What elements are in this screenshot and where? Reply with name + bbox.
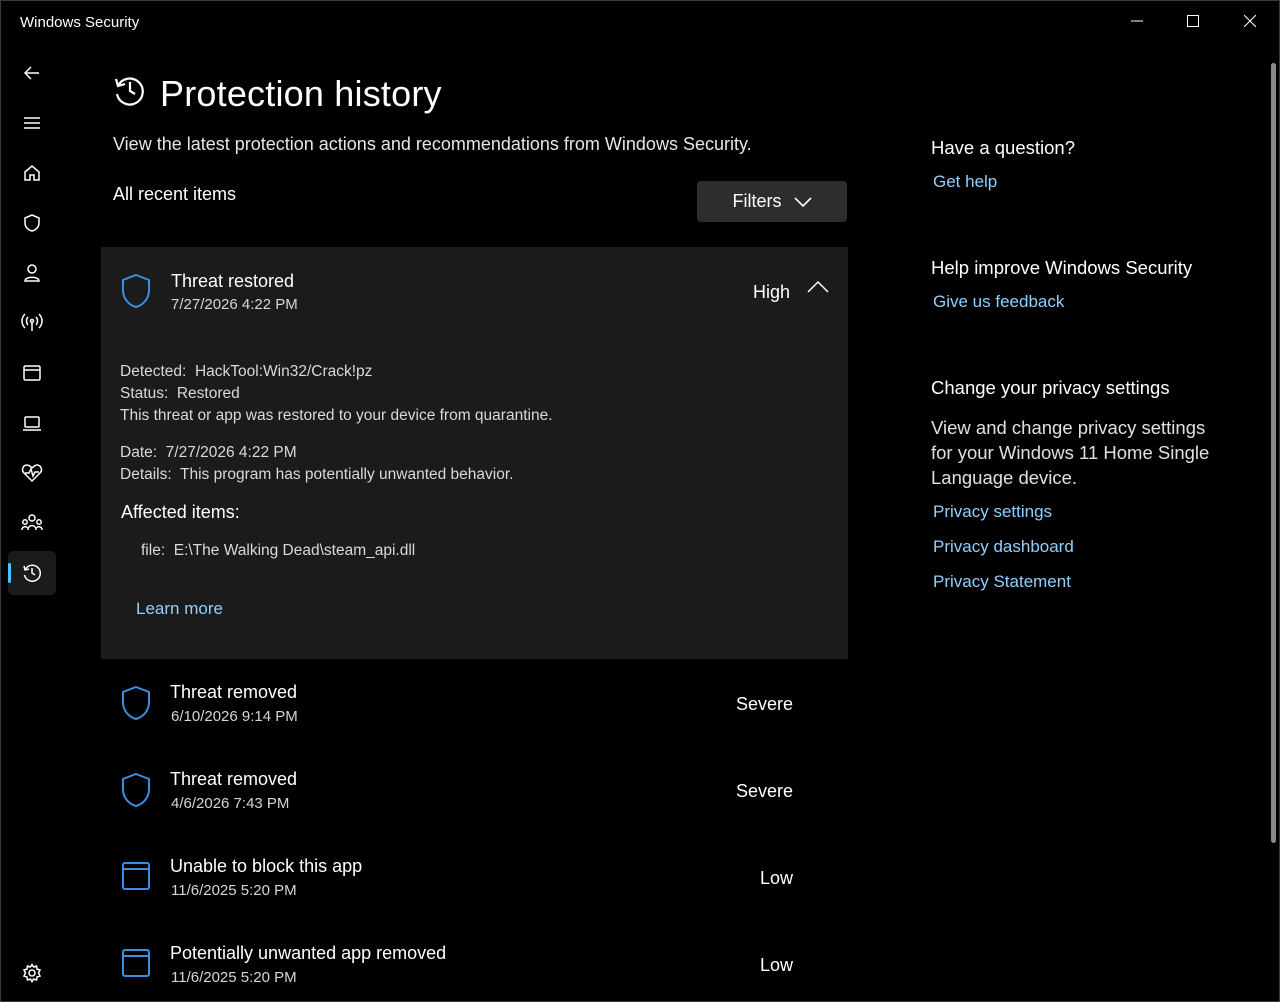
nav-account-protection[interactable]: [8, 251, 56, 295]
history-item[interactable]: Potentially unwanted app removed 11/6/202…: [101, 926, 848, 1002]
shield-icon: [120, 273, 152, 314]
item-title: Threat removed: [170, 769, 298, 789]
title-bar: Windows Security: [1, 1, 1279, 43]
history-item[interactable]: Unable to block this app 11/6/2025 5:20 P…: [101, 839, 848, 919]
app-window-icon: [121, 861, 151, 896]
app-browser-icon: [23, 365, 41, 381]
app-window: Windows Security Protection history View…: [0, 0, 1280, 1002]
privacy-dashboard-link[interactable]: Privacy dashboard: [933, 537, 1074, 557]
shield-icon: [24, 214, 40, 232]
hamburger-menu-icon: [24, 117, 40, 129]
nav-home[interactable]: [8, 151, 56, 195]
page-subtitle: View the latest protection actions and r…: [113, 134, 752, 154]
collapse-button[interactable]: [807, 280, 829, 299]
settings-gear-icon: [22, 963, 42, 983]
chevron-up-icon: [807, 280, 829, 293]
menu-button[interactable]: [8, 101, 56, 145]
nav-virus-protection[interactable]: [8, 201, 56, 245]
item-date: 6/10/2026 9:14 PM: [171, 708, 298, 725]
nav-device-security[interactable]: [8, 401, 56, 445]
app-window-icon: [121, 948, 151, 983]
get-help-link[interactable]: Get help: [933, 172, 997, 192]
privacy-statement-link[interactable]: Privacy Statement: [933, 572, 1071, 592]
item-severity: Low: [759, 868, 793, 888]
feedback-link[interactable]: Give us feedback: [933, 292, 1064, 312]
wireless-antenna-icon: [21, 313, 43, 331]
item-severity: Severe: [735, 781, 793, 801]
shield-icon: [120, 685, 152, 726]
item-severity: Severe: [735, 694, 793, 714]
help-heading: Have a question?: [931, 137, 1075, 158]
detail-status: Status: Restored: [120, 385, 240, 402]
detail-date: Date: 7/27/2026 4:22 PM: [120, 444, 297, 461]
affected-file: file: E:\The Walking Dead\steam_api.dll: [141, 542, 416, 559]
back-button[interactable]: [8, 51, 56, 95]
item-title: Threat removed: [170, 682, 298, 702]
learn-more-link[interactable]: Learn more: [136, 599, 223, 619]
laptop-icon: [23, 416, 41, 431]
heartbeat-icon: [21, 464, 43, 483]
nav-family-options[interactable]: [8, 501, 56, 545]
item-date: 11/6/2025 5:20 PM: [171, 882, 297, 899]
scrollbar-thumb[interactable]: [1271, 63, 1276, 843]
filters-label: Filters: [732, 191, 782, 211]
item-title: Threat restored: [171, 271, 295, 291]
settings-button[interactable]: [8, 951, 56, 995]
left-nav: [1, 47, 63, 1002]
item-title: Unable to block this app: [170, 856, 363, 876]
back-arrow-icon: [23, 66, 39, 80]
person-icon: [24, 264, 40, 282]
item-date: 11/6/2025 5:20 PM: [171, 969, 297, 986]
privacy-description: View and change privacy settings for you…: [931, 417, 1210, 488]
detail-status-note: This threat or app was restored to your …: [120, 407, 553, 424]
family-icon: [21, 514, 43, 531]
nav-app-browser-control[interactable]: [8, 351, 56, 395]
affected-items-label: Affected items:: [121, 502, 240, 522]
privacy-heading: Change your privacy settings: [931, 377, 1170, 398]
close-icon: [1244, 15, 1256, 27]
filters-button[interactable]: Filters: [697, 181, 847, 222]
page-history-icon: [112, 73, 148, 114]
active-indicator: [8, 563, 11, 583]
shield-icon: [120, 772, 152, 813]
nav-device-performance[interactable]: [8, 451, 56, 495]
history-item-expanded[interactable]: Threat restored 7/27/2026 4:22 PM High D…: [101, 247, 848, 659]
item-date: 4/6/2026 7:43 PM: [171, 795, 290, 812]
item-date: 7/27/2026 4:22 PM: [171, 296, 298, 313]
history-item[interactable]: Threat removed 4/6/2026 7:43 PM Severe: [101, 752, 848, 832]
privacy-settings-link[interactable]: Privacy settings: [933, 502, 1052, 522]
item-severity: High: [753, 282, 791, 302]
nav-firewall[interactable]: [8, 301, 56, 345]
history-item[interactable]: Threat removed 6/10/2026 9:14 PM Severe: [101, 665, 848, 745]
minimize-icon: [1131, 20, 1143, 22]
nav-protection-history[interactable]: [8, 551, 56, 595]
minimize-button[interactable]: [1109, 1, 1165, 41]
chevron-down-icon: [793, 196, 812, 207]
app-title: Windows Security: [20, 14, 140, 31]
history-icon: [23, 564, 42, 582]
item-title: Potentially unwanted app removed: [170, 943, 447, 963]
improve-heading: Help improve Windows Security: [931, 257, 1193, 278]
close-button[interactable]: [1222, 1, 1278, 41]
page-title: Protection history: [160, 73, 442, 114]
section-label: All recent items: [113, 184, 237, 204]
home-icon: [24, 165, 40, 181]
item-severity: Low: [759, 955, 793, 975]
maximize-icon: [1187, 15, 1199, 27]
detail-detected: Detected: HackTool:Win32/Crack!pz: [120, 363, 373, 380]
maximize-button[interactable]: [1165, 1, 1221, 41]
detail-description: Details: This program has potentially un…: [120, 466, 514, 483]
